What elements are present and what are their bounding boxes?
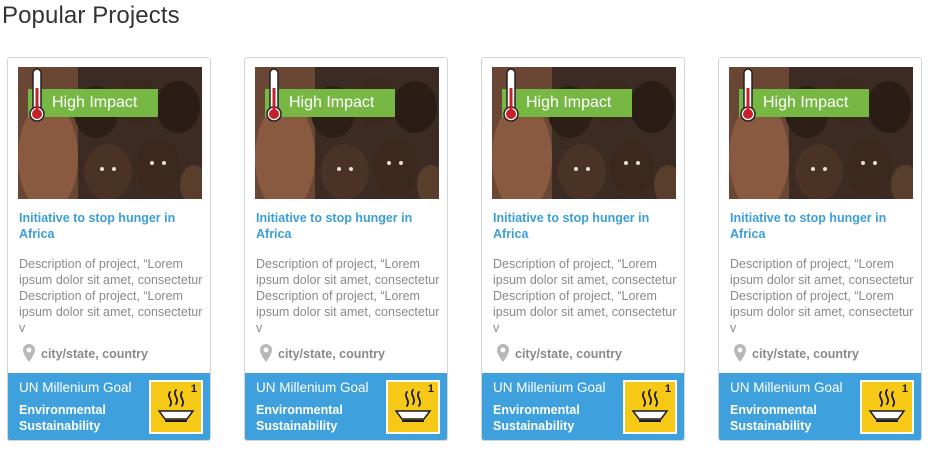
project-card[interactable]: High Impact Initiative to stop hunger in… [244,57,448,441]
project-photo[interactable]: High Impact [729,67,913,199]
project-location: city/state, country [493,344,677,364]
goal-name: Environmental Sustainability [730,403,817,433]
popular-projects-page: Popular Projects High Impact Initiative … [0,0,933,452]
map-pin-icon [260,344,272,362]
project-photo[interactable]: High Impact [18,67,202,199]
thermometer-icon [502,68,520,124]
project-description: Description of project, “Lorem ipsum dol… [730,257,914,335]
goal-name: Environmental Sustainability [19,403,106,433]
un-goal-footer[interactable]: UN Millenium Goal Environmental Sustaina… [482,373,684,440]
project-card-list: High Impact Initiative to stop hunger in… [0,0,933,452]
un-goal-footer[interactable]: UN Millenium Goal Environmental Sustaina… [719,373,921,440]
goal-title: UN Millenium Goal [730,380,843,395]
project-title-link[interactable]: Initiative to stop hunger in Africa [730,210,914,242]
un-goal-footer[interactable]: UN Millenium Goal Environmental Sustaina… [245,373,447,440]
project-title-link[interactable]: Initiative to stop hunger in Africa [256,210,440,242]
map-pin-icon [734,344,746,362]
project-title-link[interactable]: Initiative to stop hunger in Africa [493,210,677,242]
project-location: city/state, country [730,344,914,364]
thermometer-icon [28,68,46,124]
thermometer-icon [739,68,757,124]
high-impact-badge: High Impact [28,89,158,117]
goal-name: Environmental Sustainability [493,403,580,433]
un-goal-footer[interactable]: UN Millenium Goal Environmental Sustaina… [8,373,210,440]
high-impact-badge: High Impact [502,89,632,117]
project-card[interactable]: High Impact Initiative to stop hunger in… [718,57,922,441]
goal-title: UN Millenium Goal [19,380,132,395]
location-text: city/state, country [278,347,385,361]
high-impact-badge: High Impact [265,89,395,117]
map-pin-icon [23,344,35,362]
project-title-link[interactable]: Initiative to stop hunger in Africa [19,210,203,242]
goal-name: Environmental Sustainability [256,403,343,433]
hunger-bowl-icon: 1 [860,380,914,434]
goal-title: UN Millenium Goal [493,380,606,395]
location-text: city/state, country [752,347,859,361]
project-photo[interactable]: High Impact [255,67,439,199]
project-card[interactable]: High Impact Initiative to stop hunger in… [481,57,685,441]
hunger-bowl-icon: 1 [149,380,203,434]
project-location: city/state, country [19,344,203,364]
location-text: city/state, country [41,347,148,361]
project-description: Description of project, “Lorem ipsum dol… [19,257,203,335]
project-location: city/state, country [256,344,440,364]
map-pin-icon [497,344,509,362]
project-photo[interactable]: High Impact [492,67,676,199]
hunger-bowl-icon: 1 [386,380,440,434]
project-description: Description of project, “Lorem ipsum dol… [256,257,440,335]
hunger-bowl-icon: 1 [623,380,677,434]
high-impact-badge: High Impact [739,89,869,117]
project-card[interactable]: High Impact Initiative to stop hunger in… [7,57,211,441]
thermometer-icon [265,68,283,124]
goal-title: UN Millenium Goal [256,380,369,395]
location-text: city/state, country [515,347,622,361]
project-description: Description of project, “Lorem ipsum dol… [493,257,677,335]
